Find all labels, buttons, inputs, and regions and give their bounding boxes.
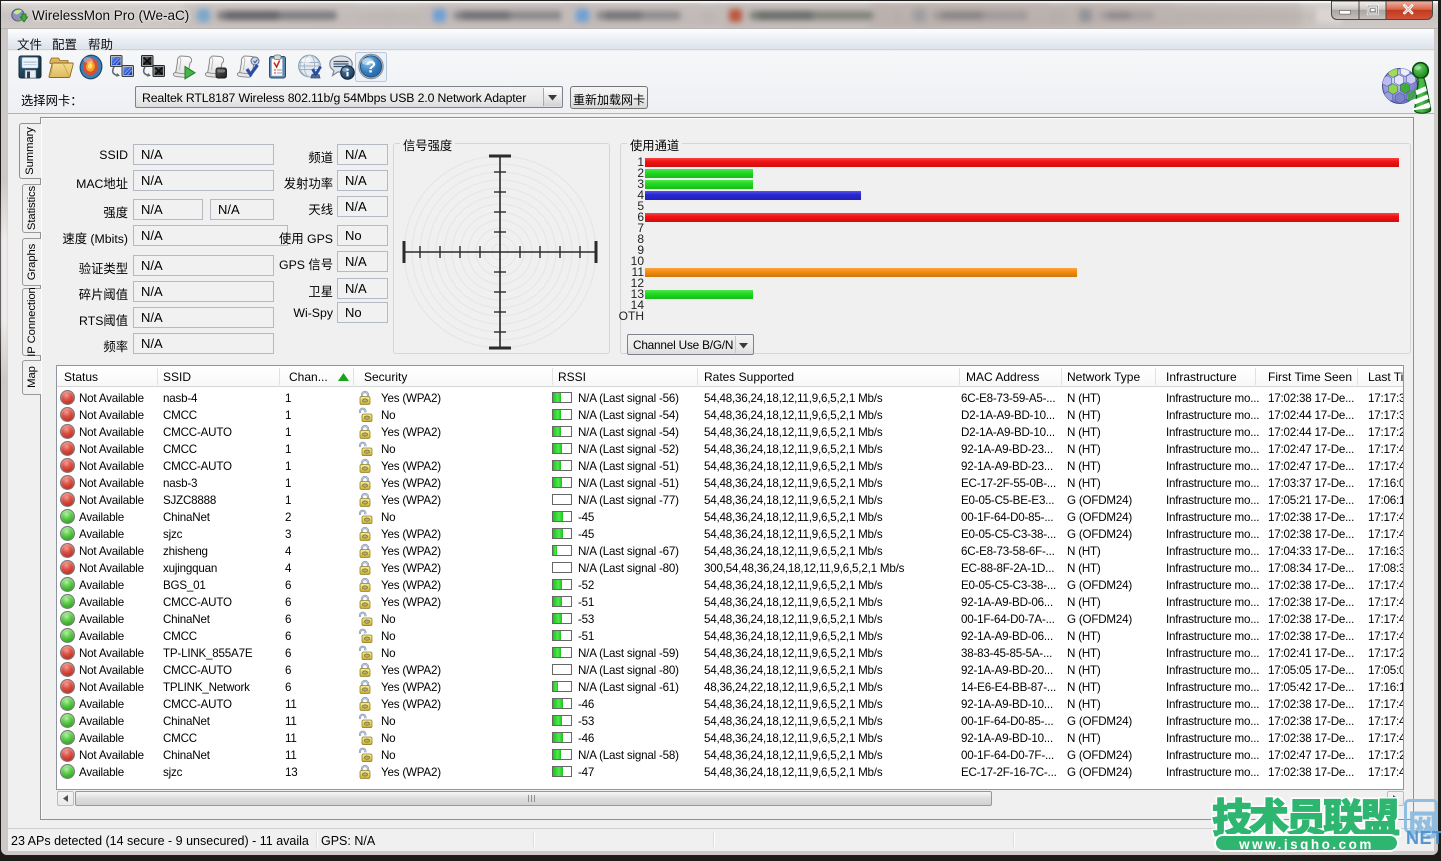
svg-text:Map: Map [26, 366, 38, 388]
svg-text:?: ? [366, 58, 376, 77]
